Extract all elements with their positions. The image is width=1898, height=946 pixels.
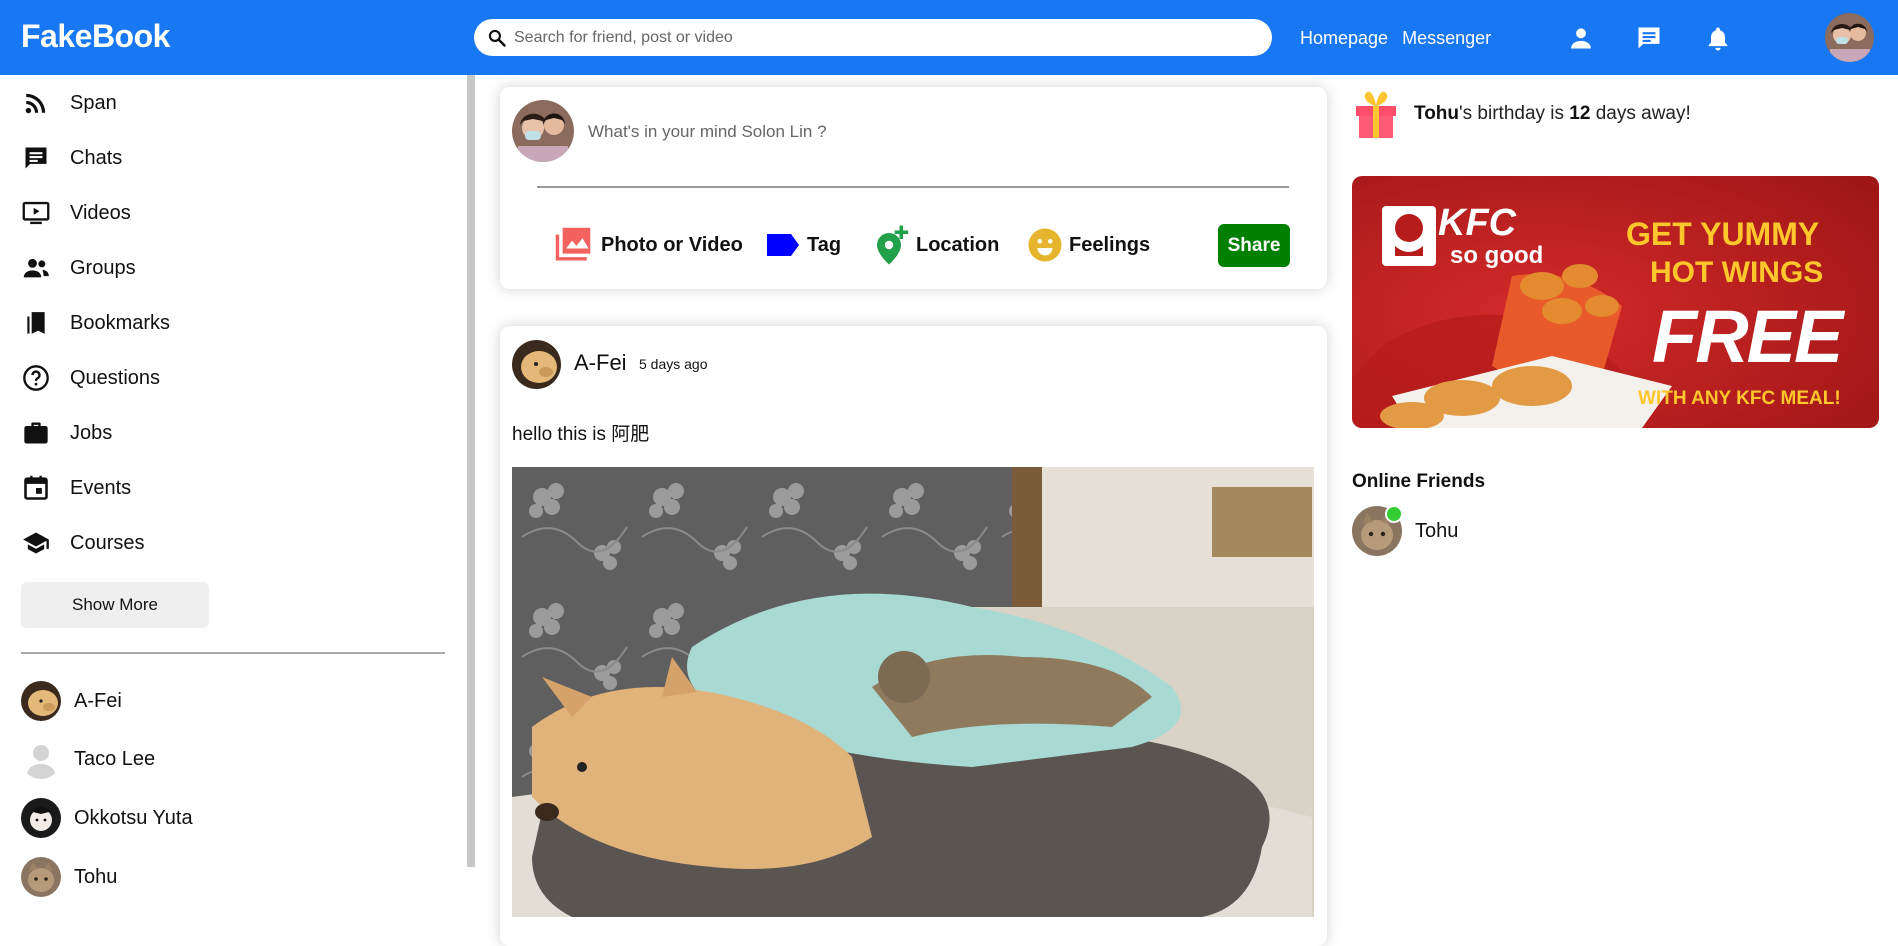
option-label: Feelings xyxy=(1069,233,1151,256)
friend-item-okkotsu-yuta[interactable]: Okkotsu Yuta xyxy=(21,797,193,839)
share-card: Photo or Video Tag Location Feelings Sha… xyxy=(500,87,1327,289)
friend-item-a-fei[interactable]: A-Fei xyxy=(21,680,122,722)
avatar xyxy=(21,681,61,721)
briefcase-icon xyxy=(24,422,48,444)
friend-item-taco-lee[interactable]: Taco Lee xyxy=(21,738,155,780)
birthday-text-tail: days away! xyxy=(1590,103,1691,124)
post-timestamp: 5 days ago xyxy=(639,356,708,372)
sidebar-item-label: Groups xyxy=(70,256,136,279)
avatar xyxy=(21,739,61,779)
friend-item-tohu[interactable]: Tohu xyxy=(21,856,117,898)
post-card: A-Fei 5 days ago hello this is 阿肥 xyxy=(500,326,1327,946)
avatar[interactable] xyxy=(512,340,561,389)
ad-brand-sub: so good xyxy=(1450,242,1544,269)
sidebar-item-label: Events xyxy=(70,476,132,499)
ad-line-1: GET YUMMY xyxy=(1626,216,1820,252)
sidebar-item-chats[interactable]: Chats xyxy=(21,138,122,178)
friend-name: Okkotsu Yuta xyxy=(74,806,193,829)
post-input[interactable] xyxy=(588,120,1288,144)
ad-line-2: HOT WINGS xyxy=(1650,256,1824,289)
chat-icon[interactable] xyxy=(1635,24,1663,52)
school-icon xyxy=(23,532,49,554)
sidebar-divider xyxy=(21,652,445,654)
sidebar-item-label: Videos xyxy=(70,201,131,224)
share-divider xyxy=(537,186,1289,188)
friend-name: Taco Lee xyxy=(74,747,156,770)
birthday-text: 's birthday is xyxy=(1459,103,1570,124)
sidebar-item-questions[interactable]: Questions xyxy=(21,358,160,398)
top-bar: FakeBook Homepage Messenger xyxy=(0,0,1898,75)
post-author[interactable]: A-Fei xyxy=(574,350,627,376)
profile-avatar[interactable] xyxy=(1825,13,1874,62)
birthday-days: 12 xyxy=(1569,103,1591,124)
notifications-icon[interactable] xyxy=(1704,24,1732,52)
sidebar-item-label: Chats xyxy=(70,146,123,169)
messenger-link[interactable]: Messenger xyxy=(1402,28,1491,48)
kfc-ad-banner[interactable]: KFC so good GET YUMMY HOT WINGS FREE WIT… xyxy=(1352,176,1879,428)
avatar xyxy=(21,798,61,838)
sidebar-item-videos[interactable]: Videos xyxy=(21,193,131,233)
tag-option[interactable]: Tag xyxy=(765,225,841,265)
gift-icon xyxy=(1356,91,1396,138)
friend-name: A-Fei xyxy=(74,689,122,712)
birthday-notice: Tohu's birthday is 12 days away! xyxy=(1414,103,1691,125)
post-text: hello this is 阿肥 xyxy=(512,424,650,445)
feelings-option[interactable]: Feelings xyxy=(1027,225,1150,265)
calendar-icon xyxy=(24,475,48,500)
option-label: Photo or Video xyxy=(601,233,743,256)
sidebar-item-label: Questions xyxy=(70,366,161,389)
online-friend-name: Tohu xyxy=(1415,519,1459,542)
sidebar-item-events[interactable]: Events xyxy=(21,468,131,508)
photo-library-icon xyxy=(555,227,591,261)
label-icon xyxy=(767,234,799,256)
photo-or-video-option[interactable]: Photo or Video xyxy=(551,225,743,265)
post-photo[interactable] xyxy=(512,467,1314,917)
sidebar-scrollbar[interactable] xyxy=(467,75,475,867)
option-label: Location xyxy=(916,233,1000,256)
chat-icon xyxy=(25,147,47,169)
option-label: Tag xyxy=(807,233,842,256)
help-icon xyxy=(23,365,49,391)
sidebar-item-courses[interactable]: Courses xyxy=(21,523,144,563)
sidebar-item-label: Bookmarks xyxy=(70,311,171,334)
ad-line-3: FREE xyxy=(1652,295,1843,378)
online-status-dot xyxy=(1385,505,1403,523)
search-icon xyxy=(488,29,506,47)
sidebar-item-label: Courses xyxy=(70,531,145,554)
birthday-name[interactable]: Tohu xyxy=(1414,103,1459,124)
sidebar-item-label: Jobs xyxy=(70,421,113,444)
app-logo[interactable]: FakeBook xyxy=(21,18,170,55)
ad-brand: KFC xyxy=(1438,202,1517,244)
friend-name: Tohu xyxy=(74,865,118,888)
homepage-link[interactable]: Homepage xyxy=(1300,28,1388,48)
search-bar[interactable] xyxy=(474,19,1272,56)
emoji-icon xyxy=(1028,228,1062,262)
share-button[interactable]: Share xyxy=(1218,224,1290,267)
video-icon xyxy=(22,201,50,225)
sidebar-item-bookmarks[interactable]: Bookmarks xyxy=(21,303,170,343)
ad-line-4: WITH ANY KFC MEAL! xyxy=(1638,388,1841,409)
bookmarks-icon xyxy=(27,312,45,334)
show-more-button[interactable]: Show More xyxy=(21,582,209,628)
sidebar-item-label: Span xyxy=(70,91,117,114)
avatar xyxy=(512,100,574,162)
groups-icon xyxy=(23,258,49,278)
avatar xyxy=(21,857,61,897)
rss-feed-icon xyxy=(25,93,46,114)
online-friend-tohu[interactable]: Tohu xyxy=(1352,506,1458,556)
top-links: Homepage Messenger xyxy=(1300,28,1500,49)
location-option[interactable]: Location xyxy=(874,225,999,265)
online-friends-title: Online Friends xyxy=(1352,471,1486,492)
sidebar-item-span[interactable]: Span xyxy=(21,83,117,123)
sidebar-item-groups[interactable]: Groups xyxy=(21,248,136,288)
person-icon[interactable] xyxy=(1567,24,1595,52)
add-location-icon xyxy=(877,225,909,265)
sidebar-item-jobs[interactable]: Jobs xyxy=(21,413,112,453)
search-input[interactable] xyxy=(514,25,1254,50)
